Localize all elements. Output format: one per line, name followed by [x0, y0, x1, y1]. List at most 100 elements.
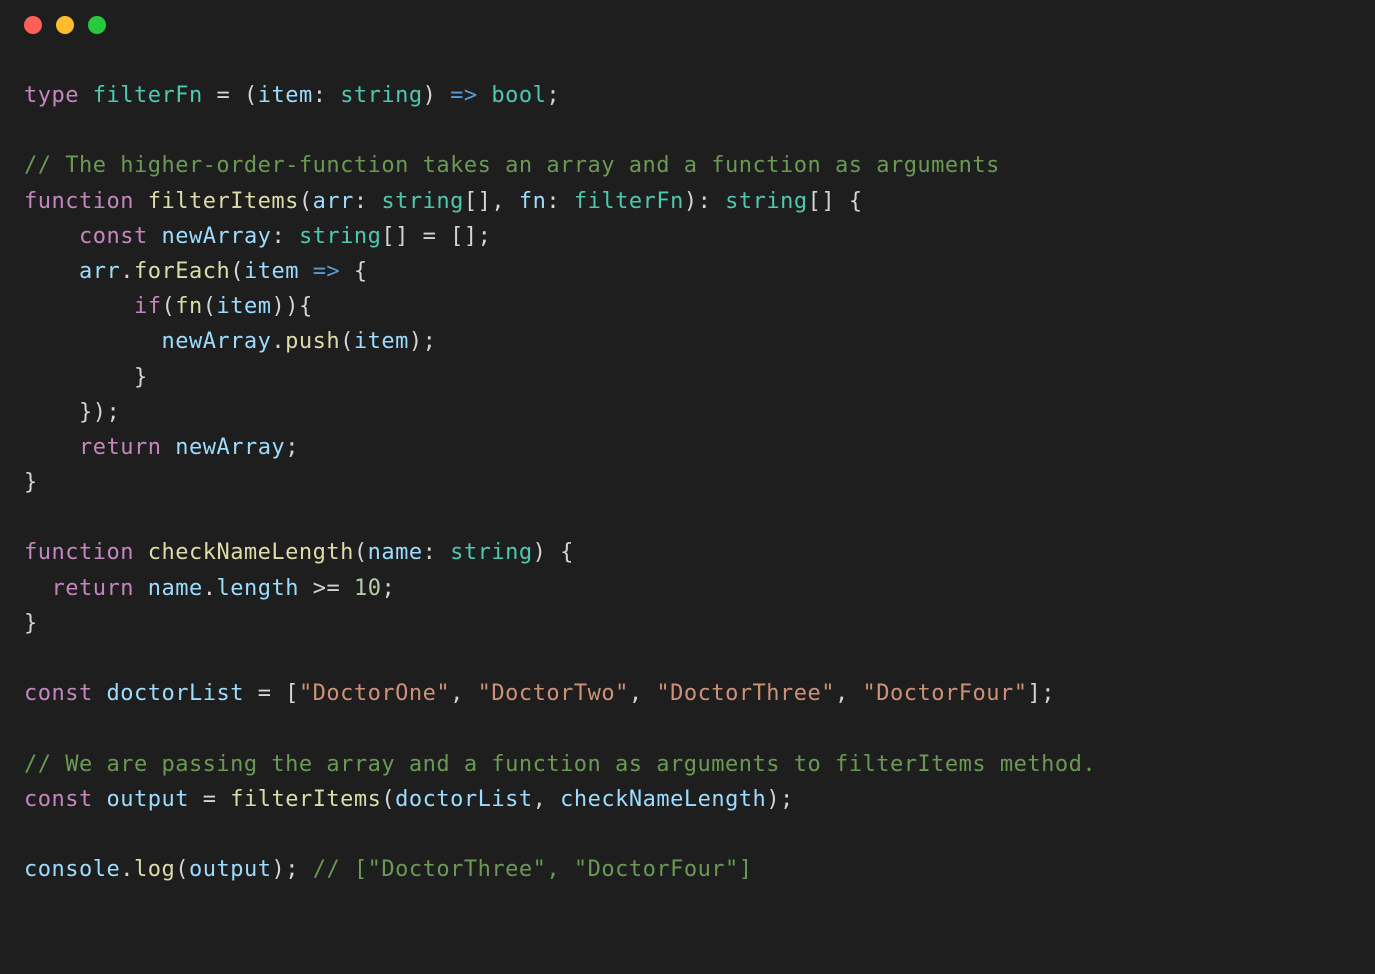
token-punct: [216, 787, 230, 812]
token-punct: );: [271, 857, 312, 882]
token-punct: [478, 83, 492, 108]
token-str: "DoctorThree": [656, 681, 835, 706]
token-kw: const: [24, 787, 93, 812]
token-punct: :: [354, 189, 382, 214]
token-fn: forEach: [134, 259, 230, 284]
token-punct: ;: [546, 83, 560, 108]
token-punct: .: [120, 259, 134, 284]
token-punct: []: [381, 224, 422, 249]
titlebar: [0, 0, 1375, 50]
token-num: 10: [354, 576, 382, 601]
zoom-icon[interactable]: [88, 16, 106, 34]
token-var: checkNameLength: [560, 787, 766, 812]
token-kw: return: [52, 576, 134, 601]
token-punct: [24, 576, 52, 601]
token-kw: function: [24, 189, 134, 214]
token-var: newArray: [175, 435, 285, 460]
token-fn: filterItems: [148, 189, 299, 214]
token-punct: (: [175, 857, 189, 882]
code-line: const doctorList = ["DoctorOne", "Doctor…: [24, 681, 1055, 706]
token-punct: [24, 294, 134, 319]
token-punct: );: [766, 787, 794, 812]
token-fn: filterItems: [230, 787, 381, 812]
code-line: const output = filterItems(doctorList, c…: [24, 787, 794, 812]
code-line: arr.forEach(item => {: [24, 259, 368, 284]
code-line: if(fn(item)){: [24, 294, 313, 319]
token-var: name: [368, 540, 423, 565]
token-var: console: [24, 857, 120, 882]
code-window: type filterFn = (item: string) => bool; …: [0, 0, 1375, 974]
token-var: arr: [313, 189, 354, 214]
code-line: function checkNameLength(name: string) {: [24, 540, 574, 565]
token-punct: [24, 224, 79, 249]
token-punct: (: [203, 294, 217, 319]
token-punct: (: [381, 787, 395, 812]
token-punct: [] {: [808, 189, 863, 214]
code-line: });: [24, 400, 120, 425]
code-line: }: [24, 365, 148, 390]
token-fn: checkNameLength: [148, 540, 354, 565]
token-arrow: =>: [450, 83, 478, 108]
token-punct: });: [24, 400, 120, 425]
code-line: // The higher-order-function takes an ar…: [24, 153, 1000, 178]
token-var: fn: [519, 189, 547, 214]
code-editor[interactable]: type filterFn = (item: string) => bool; …: [0, 50, 1375, 911]
token-punct: [],: [464, 189, 519, 214]
token-type: filterFn: [574, 189, 684, 214]
token-var: item: [354, 329, 409, 354]
code-line: }: [24, 470, 38, 495]
code-line: // We are passing the array and a functi…: [24, 752, 1096, 777]
token-punct: [189, 787, 203, 812]
token-arrow: =>: [313, 259, 341, 284]
token-var: length: [216, 576, 298, 601]
token-punct: [299, 259, 313, 284]
token-punct: [79, 83, 93, 108]
token-punct: :: [423, 540, 451, 565]
token-punct: (: [299, 189, 313, 214]
token-punct: ,: [835, 681, 863, 706]
token-type: string: [381, 189, 463, 214]
token-var: arr: [79, 259, 120, 284]
token-punct: (: [161, 294, 175, 319]
token-var: item: [258, 83, 313, 108]
token-fn: push: [285, 329, 340, 354]
token-punct: [];: [436, 224, 491, 249]
token-kw: const: [24, 681, 93, 706]
close-icon[interactable]: [24, 16, 42, 34]
token-comment: // ["DoctorThree", "DoctorFour"]: [313, 857, 753, 882]
token-type: string: [725, 189, 807, 214]
token-punct: [299, 576, 313, 601]
token-fn: log: [134, 857, 175, 882]
code-line: newArray.push(item);: [24, 329, 436, 354]
token-var: doctorList: [106, 681, 243, 706]
token-op: >=: [313, 576, 341, 601]
token-op: =: [258, 681, 272, 706]
code-line: console.log(output); // ["DoctorThree", …: [24, 857, 753, 882]
token-punct: .: [271, 329, 285, 354]
token-punct: ) {: [533, 540, 574, 565]
token-kw: return: [79, 435, 161, 460]
token-kw: type: [24, 83, 79, 108]
token-punct: .: [120, 857, 134, 882]
token-op: =: [423, 224, 437, 249]
token-punct: [24, 259, 79, 284]
token-punct: [148, 224, 162, 249]
token-punct: ,: [629, 681, 657, 706]
token-type: filterFn: [93, 83, 203, 108]
token-comment: // The higher-order-function takes an ar…: [24, 153, 1000, 178]
token-punct: [: [271, 681, 299, 706]
token-type: string: [450, 540, 532, 565]
token-fn: fn: [175, 294, 203, 319]
token-punct: [203, 83, 217, 108]
token-punct: ): [423, 83, 451, 108]
token-var: doctorList: [395, 787, 532, 812]
token-punct: .: [203, 576, 217, 601]
token-punct: (: [354, 540, 368, 565]
token-str: "DoctorOne": [299, 681, 450, 706]
minimize-icon[interactable]: [56, 16, 74, 34]
token-punct: ];: [1027, 681, 1055, 706]
token-punct: }: [24, 470, 38, 495]
token-punct: [93, 787, 107, 812]
token-punct: [134, 189, 148, 214]
token-comment: // We are passing the array and a functi…: [24, 752, 1096, 777]
